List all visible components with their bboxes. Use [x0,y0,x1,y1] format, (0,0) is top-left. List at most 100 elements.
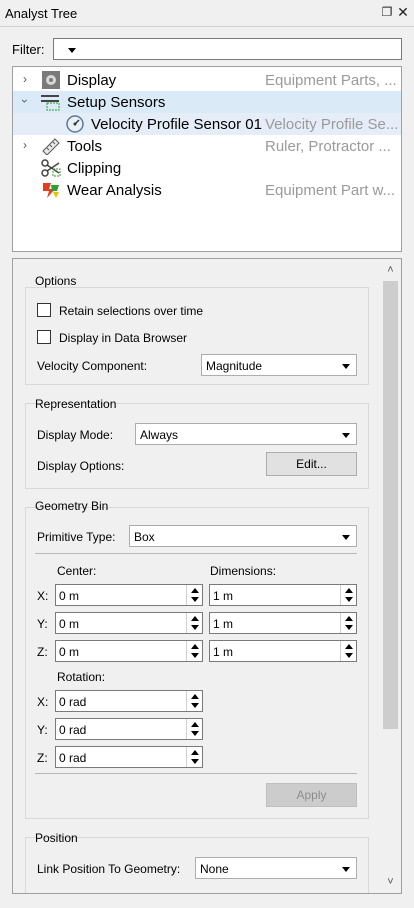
rotation-x-value: 0 rad [59,695,87,709]
spin-arrows[interactable] [186,747,202,767]
retain-selections-checkbox[interactable] [37,303,51,317]
panel-title: Analyst Tree [5,6,78,21]
scroll-down-icon[interactable]: ˅ [385,877,396,888]
tree-item-label: Velocity Profile Sensor 01 [91,116,262,133]
dimension-z-value: 1 m [213,645,234,659]
primitive-type-value: Box [134,530,155,544]
rotation-label: Rotation: [57,670,106,684]
x-label: X: [37,589,49,603]
geometry-bin-title: Geometry Bin [35,499,109,513]
chevron-down-icon [342,433,350,438]
display-options-label: Display Options: [37,459,125,473]
dimensions-label: Dimensions: [210,564,277,578]
dimension-z-spinbox[interactable]: 1 m [209,640,357,662]
tree-item-setup-sensors[interactable]: › Setup Sensors [13,91,401,113]
center-label: Center: [57,564,97,578]
edit-button[interactable]: Edit... [266,452,357,476]
tree-item-tools[interactable]: › Tools Ruler, Protractor ... [13,135,401,157]
z-label: Z: [37,645,48,659]
y-label: Y: [37,617,48,631]
float-icon[interactable]: ❐ [380,5,394,19]
velocity-component-value: Magnitude [206,359,263,373]
tree-item-display[interactable]: › Display Equipment Parts, ... [13,69,401,91]
rotation-z-spinbox[interactable]: 0 rad [55,746,203,768]
scrollbar-thumb[interactable] [383,281,398,729]
gear-icon [42,71,60,89]
link-position-value: None [200,862,229,876]
display-mode-value: Always [140,428,179,442]
center-y-value: 0 m [59,617,80,631]
chevron-down-icon [342,535,350,540]
collapse-arrow-icon[interactable]: › [18,95,32,107]
representation-title: Representation [35,397,117,411]
display-mode-select[interactable]: Always [135,423,357,445]
spin-arrows[interactable] [340,613,356,633]
velocity-component-select[interactable]: Magnitude [201,354,357,376]
spin-arrows[interactable] [340,641,356,661]
position-title: Position [35,831,78,845]
rotation-z-value: 0 rad [59,751,87,765]
primitive-type-label: Primitive Type: [37,530,116,544]
filter-input[interactable] [53,38,402,60]
dimension-x-spinbox[interactable]: 1 m [209,584,357,606]
tree-item-desc: Ruler, Protractor ... [265,138,391,155]
gauge-icon [66,115,84,133]
close-icon[interactable]: ✕ [396,5,410,19]
spin-arrows[interactable] [186,613,202,633]
tree-item-label: Wear Analysis [67,182,162,199]
center-z-value: 0 m [59,645,80,659]
tree-item-clipping[interactable]: Clipping [13,157,401,179]
tree-item-wear-analysis[interactable]: Wear Analysis Equipment Part w... [13,179,401,201]
tree-item-desc: Equipment Parts, ... [265,72,397,89]
representation-group [25,403,369,489]
panel-title-bar: Analyst Tree ❐ ✕ [0,0,414,27]
expand-arrow-icon[interactable]: › [19,139,31,151]
rot-z-label: Z: [37,751,48,765]
filter-label: Filter: [12,42,45,57]
display-in-browser-label: Display in Data Browser [59,331,188,345]
dimension-x-value: 1 m [213,589,234,603]
spin-arrows[interactable] [186,641,202,661]
expand-arrow-icon[interactable]: › [19,73,31,85]
center-x-value: 0 m [59,589,80,603]
center-x-spinbox[interactable]: 0 m [55,584,203,606]
spin-arrows[interactable] [186,585,202,605]
center-y-spinbox[interactable]: 0 m [55,612,203,634]
apply-button[interactable]: Apply [266,783,357,807]
rotation-x-spinbox[interactable]: 0 rad [55,690,203,712]
rot-y-label: Y: [37,723,48,737]
scroll-up-icon[interactable]: ˄ [385,265,396,276]
wear-icon [43,183,59,198]
center-z-spinbox[interactable]: 0 m [55,640,203,662]
chevron-down-icon [342,867,350,872]
dimension-y-value: 1 m [213,617,234,631]
tree-item-label: Clipping [67,160,122,177]
velocity-component-label: Velocity Component: [37,359,148,373]
link-position-label: Link Position To Geometry: [37,862,181,876]
display-mode-label: Display Mode: [37,428,114,442]
tree-item-velocity-profile-sensor[interactable]: Velocity Profile Sensor 01 Velocity Prof… [13,113,401,135]
dimension-y-spinbox[interactable]: 1 m [209,612,357,634]
spin-arrows[interactable] [340,585,356,605]
tree-item-label: Display [67,72,117,89]
tree-item-label: Tools [67,138,103,155]
filter-dropdown-icon[interactable] [68,48,76,53]
tree-item-desc: Equipment Part w... [265,182,396,199]
rotation-y-spinbox[interactable]: 0 rad [55,718,203,740]
display-in-browser-checkbox[interactable] [37,330,51,344]
retain-selections-label: Retain selections over time [59,304,204,318]
link-position-select[interactable]: None [195,857,357,879]
spin-arrows[interactable] [186,719,202,739]
tree-item-desc: Velocity Profile Se... [265,116,397,133]
properties-scrollbar[interactable]: ˄ ˅ [381,261,400,891]
ruler-icon [42,138,60,155]
rotation-y-value: 0 rad [59,723,87,737]
rot-x-label: X: [37,695,49,709]
primitive-type-select[interactable]: Box [129,525,357,547]
properties-panel: Options Retain selections over time Disp… [12,258,402,894]
spin-arrows[interactable] [186,691,202,711]
analyst-tree: › Display Equipment Parts, ... › Setup S… [12,66,402,252]
separator [35,553,357,554]
separator [35,773,357,774]
sensor-list-icon [41,95,60,111]
